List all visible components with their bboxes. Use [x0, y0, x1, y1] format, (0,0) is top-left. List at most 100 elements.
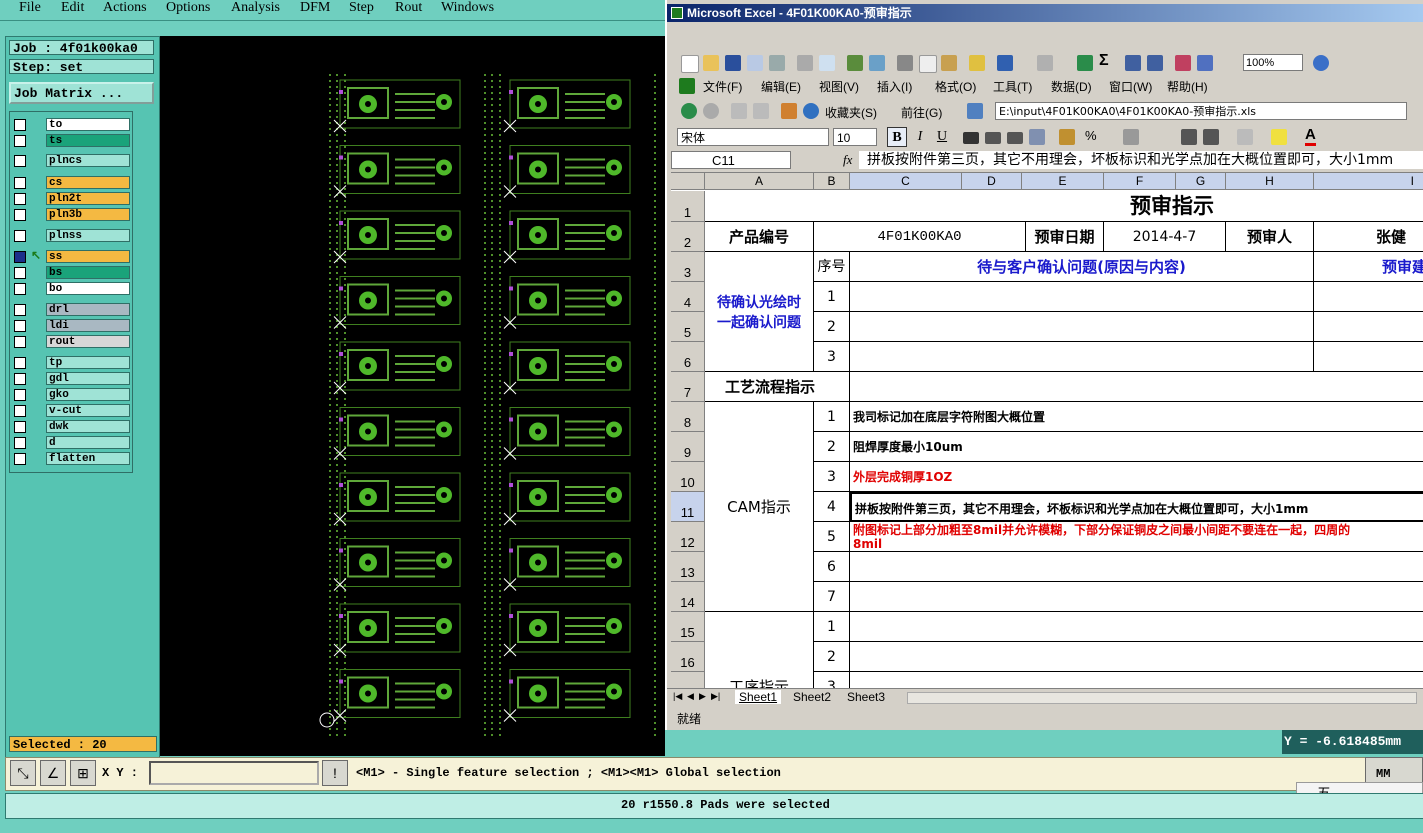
- xmenu-tools[interactable]: 工具(T): [993, 78, 1032, 95]
- cut-icon[interactable]: [897, 55, 913, 71]
- menu-actions[interactable]: Actions: [103, 0, 147, 16]
- layer-checkbox[interactable]: [14, 177, 26, 189]
- layer-name[interactable]: gdl: [46, 372, 130, 385]
- font-name-select[interactable]: 宋体: [677, 128, 829, 146]
- row-header[interactable]: 3: [671, 252, 705, 282]
- col-header-e[interactable]: E: [1022, 173, 1104, 190]
- xy-input[interactable]: [149, 761, 319, 785]
- goto-menu[interactable]: 前往(G): [901, 104, 942, 121]
- row-header[interactable]: 7: [671, 372, 705, 402]
- sheet-tab-1[interactable]: Sheet1: [735, 690, 782, 704]
- confirm-block[interactable]: 待确认光绘时 一起确认问题: [705, 252, 814, 372]
- xmenu-view[interactable]: 视图(V): [819, 78, 859, 95]
- row-header[interactable]: 10: [671, 462, 705, 492]
- layer-checkbox[interactable]: [14, 421, 26, 433]
- layer-row-plncs[interactable]: plncs: [10, 154, 132, 168]
- layer-name[interactable]: bo: [46, 282, 130, 295]
- last-sheet-icon[interactable]: ▶|: [711, 691, 720, 702]
- layer-name[interactable]: gko: [46, 388, 130, 401]
- layer-row-drl[interactable]: drl: [10, 303, 132, 317]
- align-center-icon[interactable]: [985, 132, 1001, 144]
- chart-wizard-icon[interactable]: [1175, 55, 1191, 71]
- select-all-corner[interactable]: [671, 173, 705, 190]
- xmenu-edit[interactable]: 编辑(E): [761, 78, 801, 95]
- layer-checkbox[interactable]: [14, 373, 26, 385]
- email-icon[interactable]: [769, 55, 785, 71]
- seq-number[interactable]: 3: [814, 342, 850, 372]
- prev-sheet-icon[interactable]: ◀: [687, 691, 694, 702]
- redo-icon[interactable]: [1037, 55, 1053, 71]
- layer-name[interactable]: pln2t: [46, 192, 130, 205]
- suggest-header[interactable]: 预审建: [1314, 252, 1423, 282]
- stop-icon[interactable]: [731, 103, 747, 119]
- menu-edit[interactable]: Edit: [61, 0, 84, 16]
- row-header[interactable]: 13: [671, 552, 705, 582]
- sheet-title[interactable]: 预审指示: [705, 191, 1423, 222]
- row-header[interactable]: 11: [671, 492, 705, 522]
- xmenu-data[interactable]: 数据(D): [1051, 78, 1092, 95]
- increase-decimal-icon[interactable]: [1123, 129, 1139, 145]
- layer-row-ldi[interactable]: ldi: [10, 319, 132, 333]
- layer-checkbox[interactable]: [14, 389, 26, 401]
- col-header-a[interactable]: A: [705, 173, 814, 190]
- italic-icon[interactable]: I: [911, 127, 929, 147]
- workbook-icon[interactable]: [679, 78, 695, 94]
- home-icon[interactable]: [781, 103, 797, 119]
- sort-desc-icon[interactable]: [1147, 55, 1163, 71]
- zoom-box-icon[interactable]: ⤡: [10, 760, 36, 786]
- font-color-icon[interactable]: A: [1305, 126, 1316, 146]
- reviewer-label[interactable]: 预审人: [1226, 222, 1314, 252]
- menu-rout[interactable]: Rout: [395, 0, 422, 16]
- seq-number[interactable]: 2: [814, 432, 850, 462]
- menu-options[interactable]: Options: [166, 0, 210, 16]
- cam-instruction-cell[interactable]: 我司标记加在底层字符附图大概位置: [850, 402, 1423, 432]
- layer-name[interactable]: v-cut: [46, 404, 130, 417]
- layer-checkbox[interactable]: [14, 119, 26, 131]
- address-field[interactable]: E:\input\4F01K00KA0\4F01K00KA0-预审指示.xls: [995, 102, 1407, 120]
- row-header[interactable]: 5: [671, 312, 705, 342]
- new-icon[interactable]: [681, 55, 699, 73]
- row-header[interactable]: 8: [671, 402, 705, 432]
- row-header[interactable]: 15: [671, 612, 705, 642]
- layer-row-rout[interactable]: rout: [10, 335, 132, 349]
- xmenu-format[interactable]: 格式(O): [935, 78, 976, 95]
- date-label[interactable]: 预审日期: [1026, 222, 1104, 252]
- layer-name[interactable]: plnss: [46, 229, 130, 242]
- layer-checkbox[interactable]: [14, 336, 26, 348]
- layer-row-ts[interactable]: ts: [10, 134, 132, 148]
- layer-row-d[interactable]: d: [10, 436, 132, 450]
- undo-icon[interactable]: [997, 55, 1013, 71]
- align-right-icon[interactable]: [1007, 132, 1023, 144]
- product-label[interactable]: 产品编号: [705, 222, 814, 252]
- layer-row-ss[interactable]: ↖ ss: [10, 248, 132, 264]
- seq-number[interactable]: 3: [814, 672, 850, 689]
- cam-instruction-cell[interactable]: 外层完成铜厚1OZ: [850, 462, 1423, 492]
- seq-number[interactable]: 2: [814, 642, 850, 672]
- col-header-i[interactable]: I: [1314, 173, 1423, 190]
- issue-cell[interactable]: [850, 312, 1314, 342]
- seq-number[interactable]: 1: [814, 282, 850, 312]
- row-header[interactable]: 1: [671, 191, 705, 222]
- layer-row-to[interactable]: to: [10, 118, 132, 132]
- layer-name[interactable]: ldi: [46, 319, 130, 332]
- first-sheet-icon[interactable]: |◀: [673, 691, 682, 702]
- layer-name[interactable]: flatten: [46, 452, 130, 465]
- row-header[interactable]: 6: [671, 342, 705, 372]
- layer-checkbox[interactable]: [14, 453, 26, 465]
- layer-row-gdl[interactable]: gdl: [10, 372, 132, 386]
- layer-name[interactable]: rout: [46, 335, 130, 348]
- row-header[interactable]: 17: [671, 672, 705, 689]
- sort-asc-icon[interactable]: [1125, 55, 1141, 71]
- issue-cell[interactable]: [850, 342, 1314, 372]
- layer-name[interactable]: plncs: [46, 154, 130, 167]
- seq-number[interactable]: 2: [814, 312, 850, 342]
- bold-icon[interactable]: B: [887, 127, 907, 147]
- spelling-icon[interactable]: [847, 55, 863, 71]
- snap-grid-icon[interactable]: ⊞: [70, 760, 96, 786]
- row-header[interactable]: 14: [671, 582, 705, 612]
- align-left-icon[interactable]: [963, 132, 979, 144]
- cam-instruction-cell[interactable]: 阻焊厚度最小10um: [850, 432, 1423, 462]
- workflow-cell[interactable]: [850, 642, 1423, 672]
- layer-checkbox[interactable]: [14, 230, 26, 242]
- layer-checkbox[interactable]: [14, 155, 26, 167]
